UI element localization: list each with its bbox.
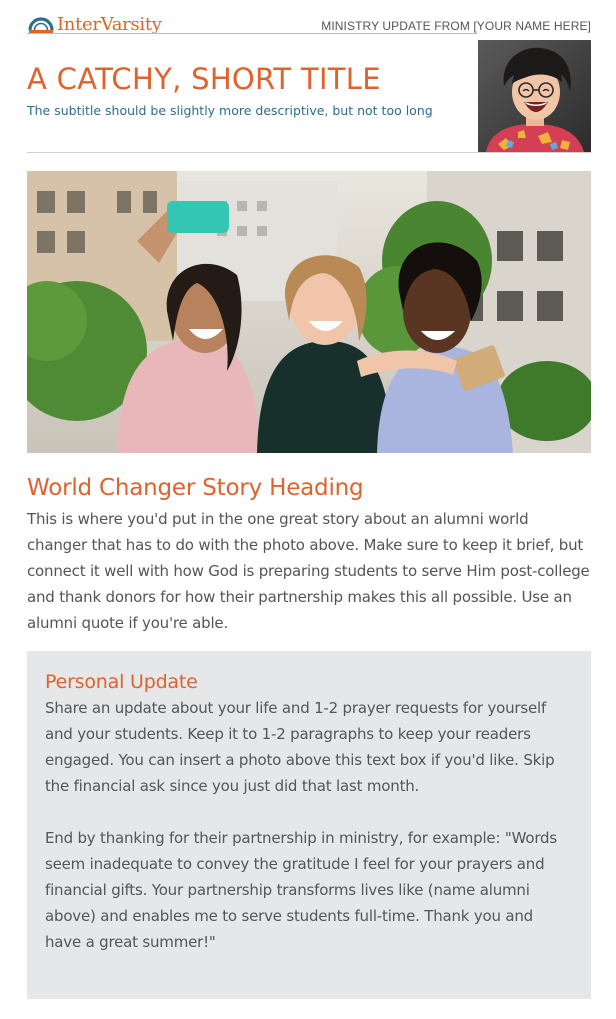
newsletter-title: A CATCHY, SHORT TITLE (27, 62, 381, 96)
story-heading: World Changer Story Heading (27, 475, 364, 501)
three-students-selfie-photo-icon (27, 171, 591, 453)
smiling-woman-portrait-icon (478, 40, 591, 152)
section-divider (27, 152, 591, 153)
header-rule (27, 33, 477, 34)
personal-update-box: Personal Update Share an update about yo… (27, 651, 591, 999)
personal-update-paragraph-2: End by thanking for their partnership in… (45, 829, 557, 951)
hero-photo (27, 171, 591, 453)
story-body: This is where you'd put in the one great… (27, 510, 590, 632)
avatar (478, 40, 591, 152)
personal-update-paragraph-1: Share an update about your life and 1-2 … (45, 699, 555, 795)
personal-update-heading: Personal Update (45, 671, 198, 693)
logo-text: InterVarsity (57, 13, 162, 35)
ministry-update-label: MINISTRY UPDATE FROM [YOUR NAME HERE] (321, 19, 591, 33)
story-section: World Changer Story Heading This is wher… (27, 474, 591, 636)
newsletter-subtitle: The subtitle should be slightly more des… (27, 103, 433, 118)
